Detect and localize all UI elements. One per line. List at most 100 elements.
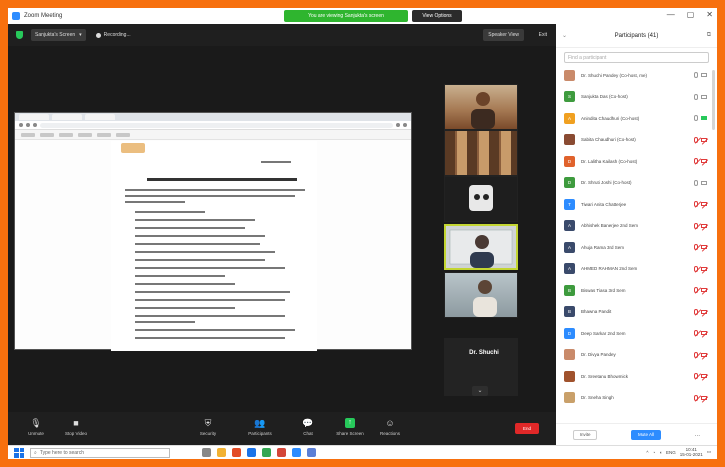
participant-avatar	[564, 392, 575, 403]
task-view-icon[interactable]	[202, 448, 211, 457]
encryption-shield-icon[interactable]	[16, 31, 23, 39]
document-text-line	[125, 189, 305, 191]
video-thumbnail[interactable]	[444, 84, 518, 130]
participant-row[interactable]: Dr. Sneha Singh	[556, 389, 717, 407]
participant-status	[694, 201, 709, 209]
participant-name: Dr. Sreetanu Bhowmick	[581, 373, 629, 379]
muted-microphone-icon	[694, 394, 702, 402]
close-icon[interactable]: ✕	[706, 10, 713, 19]
participant-name: Deep Sarkar 2nd Sem	[581, 330, 626, 336]
muted-microphone-icon	[694, 136, 702, 144]
security-button[interactable]: ⛨ Security	[188, 418, 228, 436]
document-text-line	[135, 259, 265, 261]
video-thumbnail-active-speaker[interactable]	[444, 224, 518, 270]
zoom-app-icon[interactable]	[292, 448, 301, 457]
participant-name: Tiwari Anita Chatterjee	[581, 201, 627, 207]
participant-row[interactable]: D Deep Sarkar 2nd Sem	[556, 324, 717, 342]
chat-icon: 💬	[302, 418, 314, 428]
edge-browser-icon[interactable]	[247, 448, 256, 457]
recording-label: Recording...	[103, 32, 131, 38]
tray-chevron-icon[interactable]: ^	[646, 450, 648, 455]
collapse-icon[interactable]: ⌄	[562, 32, 567, 39]
menu-icon	[403, 123, 407, 127]
participant-row[interactable]: B Biswas Tiasa 3rd Sem	[556, 281, 717, 299]
participant-name: Ahuja Rama 3rd Sem	[581, 244, 625, 250]
participant-name: Abhishek Banerjee 2nd Sem	[581, 223, 639, 228]
stop-video-button[interactable]: ■ Stop Video	[56, 418, 96, 436]
language-indicator[interactable]: ENG	[666, 450, 676, 455]
participant-row[interactable]: A Anindita Chaudhuri (Co-host)	[556, 109, 717, 127]
participant-avatar: B	[564, 284, 575, 296]
notifications-icon[interactable]: ▭	[707, 449, 711, 455]
share-screen-icon: ↑	[345, 418, 355, 428]
video-thumbnail[interactable]	[444, 272, 518, 318]
participant-row[interactable]: S Sanjukta Das (Co-host)	[556, 88, 717, 106]
participant-row[interactable]: T Tiwari Anita Chatterjee	[556, 195, 717, 213]
video-off-icon	[701, 202, 709, 209]
participant-row[interactable]: A AHMED RAHMAN 2nd Sem	[556, 260, 717, 278]
minimize-icon[interactable]: —	[667, 10, 675, 19]
participant-name: Dr. Divya Pandey	[581, 352, 616, 357]
end-meeting-button[interactable]: End	[515, 423, 539, 434]
exit-full-screen-button[interactable]: Exit	[536, 29, 550, 41]
participant-name: Dr. Lalitha Kailash (Co-host)	[581, 158, 638, 164]
speaker-view-button[interactable]: Speaker View	[483, 29, 524, 41]
participant-row[interactable]: A Abhishek Banerjee 2nd Sem	[556, 217, 717, 235]
volume-icon[interactable]: ◖	[659, 450, 662, 455]
mail-icon[interactable]	[277, 448, 286, 457]
participant-status	[694, 244, 709, 252]
muted-microphone-icon	[694, 373, 702, 380]
windows-start-icon[interactable]	[14, 447, 24, 458]
chat-button[interactable]: 💬 Chat	[288, 418, 328, 436]
windows-taskbar: ⌕ Type here to search ^ ◔ ◖ ENG 10:41 15…	[8, 445, 717, 459]
document-heading-line	[147, 178, 297, 181]
participant-row[interactable]: Dr. Sreetanu Bhowmick	[556, 367, 717, 385]
browser-tab-strip	[15, 113, 411, 121]
participant-row[interactable]: A Ahuja Rama 3rd Sem	[556, 238, 717, 256]
search-icon: ⌕	[34, 449, 37, 456]
shared-screen-selector[interactable]: Sanjukta's Screen ▾	[31, 29, 86, 41]
participant-row[interactable]: D Dr. Lalitha Kailash (Co-host)	[556, 152, 717, 170]
share-screen-button[interactable]: ↑ Share Screen	[330, 418, 370, 436]
participant-row[interactable]: B Bhawna Pandit	[556, 303, 717, 321]
participant-name: Sabita Chaudhuri (Co-host)	[581, 137, 636, 142]
invite-button[interactable]: Invite	[572, 429, 598, 440]
participant-search-input[interactable]: Find a participant	[564, 52, 709, 63]
participant-avatar: A	[564, 220, 575, 231]
pop-out-icon[interactable]: ⧉	[707, 32, 711, 39]
participant-avatar: D	[564, 177, 575, 188]
view-options-button[interactable]: View Options	[412, 10, 462, 22]
participant-row[interactable]: Dr. Shuchi Pandey (Co-host, me)	[556, 66, 717, 84]
participant-row[interactable]: Sabita Chaudhuri (Co-host)	[556, 131, 717, 149]
participant-avatar: S	[564, 91, 575, 102]
maximize-icon[interactable]: ▢	[687, 10, 695, 19]
browser-tab	[52, 114, 82, 120]
network-icon[interactable]: ◔	[653, 450, 656, 455]
mute-all-button[interactable]: Mute All	[630, 429, 661, 440]
participant-row[interactable]: D Dr. Shruti Joshi (Co-host)	[556, 174, 717, 192]
muted-microphone-icon	[694, 222, 702, 230]
chrome-browser-icon[interactable]	[262, 448, 271, 457]
unmute-button[interactable]: 🎙 Unmute	[16, 418, 56, 436]
taskbar-clock[interactable]: 10:41 15-01-2021	[680, 447, 703, 457]
video-thumbnail[interactable]	[444, 176, 518, 222]
store-icon[interactable]	[307, 448, 316, 457]
participant-status	[694, 72, 707, 78]
participants-button[interactable]: 👥 Participants	[240, 418, 280, 436]
more-options-button[interactable]: ...	[694, 431, 700, 438]
file-explorer-icon[interactable]	[217, 448, 226, 457]
participants-header: ⌄ Participants (41) ⧉	[556, 24, 717, 48]
reactions-label: Reactions	[379, 431, 400, 436]
video-off-icon	[701, 352, 709, 360]
pdf-reader-icon[interactable]	[232, 448, 241, 457]
taskbar-search-input[interactable]: ⌕ Type here to search	[30, 447, 170, 458]
recording-indicator[interactable]: Recording...	[95, 32, 131, 38]
document-text-line	[135, 299, 285, 301]
participant-list-scrollbar[interactable]	[712, 70, 715, 130]
more-thumbnails-button[interactable]: ⌄	[472, 386, 488, 396]
participant-row[interactable]: Dr. Divya Pandey	[556, 346, 717, 364]
participant-status	[694, 308, 709, 317]
video-thumbnail[interactable]	[444, 130, 518, 176]
reactions-button[interactable]: ☺ Reactions	[370, 418, 410, 436]
participant-status	[694, 373, 709, 381]
